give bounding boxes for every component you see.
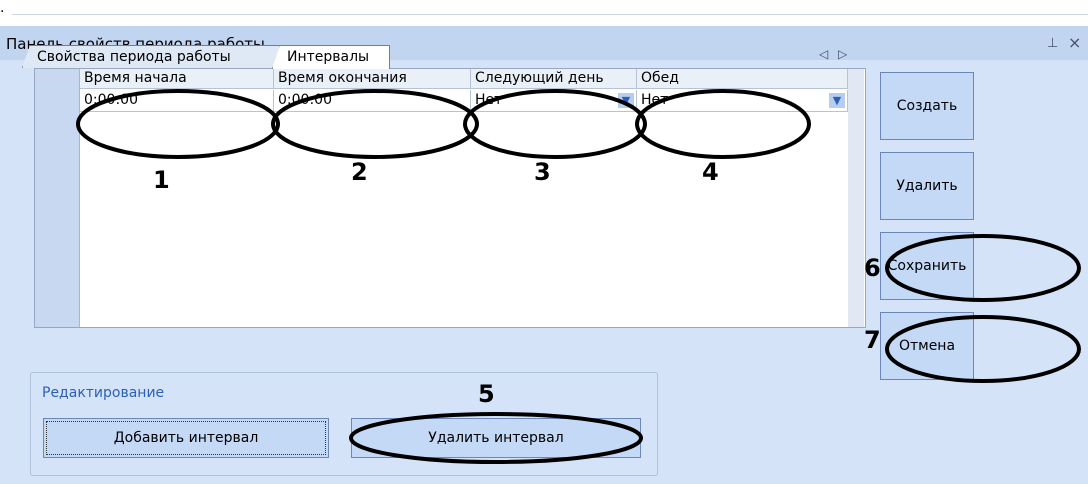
cell-value: Нет — [641, 92, 669, 108]
annotation-4: 4 — [702, 158, 719, 186]
chevron-down-icon[interactable]: ▼ — [618, 93, 634, 108]
tab-scroll-right-icon[interactable]: ▷ — [838, 47, 847, 61]
corner-mark: . — [0, 0, 5, 16]
top-window-edge — [12, 0, 1088, 15]
tab-intervals[interactable]: Интервалы — [272, 45, 390, 69]
annotation-1: 1 — [153, 166, 170, 194]
annotation-7: 7 — [864, 326, 881, 354]
annotation-6: 6 — [864, 254, 881, 282]
save-button[interactable]: Сохранить — [880, 232, 974, 300]
annotation-3: 3 — [534, 158, 551, 186]
tab-scroll-left-icon[interactable]: ◁ — [819, 47, 828, 61]
row-header-column — [35, 69, 80, 327]
tab-label: Свойства периода работы — [37, 49, 231, 65]
screenshot-root: . Панель свойств периода работы ⊥ × Свой… — [0, 0, 1088, 484]
column-header-lunch[interactable]: Обед — [637, 69, 848, 89]
cell-next-day-select[interactable]: Нет ▼ — [471, 90, 637, 112]
create-button[interactable]: Создать — [880, 72, 974, 140]
cancel-button[interactable]: Отмена — [880, 312, 974, 380]
delete-button[interactable]: Удалить — [880, 152, 974, 220]
cell-end-time[interactable]: 0:00:00 — [274, 90, 471, 112]
editing-group-label: Редактирование — [40, 385, 167, 401]
cell-lunch-select[interactable]: Нет ▼ — [637, 90, 848, 112]
tab-label: Интервалы — [287, 49, 370, 65]
tab-work-period-properties[interactable]: Свойства периода работы — [22, 45, 280, 68]
pin-icon[interactable]: ⊥ — [1047, 36, 1058, 51]
column-header-end-time[interactable]: Время окончания — [274, 69, 471, 89]
column-header-next-day[interactable]: Следующий день — [471, 69, 637, 89]
table-filler-column — [848, 69, 864, 327]
delete-interval-button[interactable]: Удалить интервал — [351, 418, 641, 458]
annotation-2: 2 — [351, 158, 368, 186]
close-icon[interactable]: × — [1068, 33, 1081, 52]
cell-start-time[interactable]: 0:00:00 — [80, 90, 274, 112]
cell-value: Нет — [475, 92, 503, 108]
column-header-start-time[interactable]: Время начала — [80, 69, 274, 89]
add-interval-button[interactable]: Добавить интервал — [43, 418, 329, 458]
chevron-down-icon[interactable]: ▼ — [829, 93, 845, 108]
intervals-table: Время начала Время окончания Следующий д… — [34, 68, 866, 328]
